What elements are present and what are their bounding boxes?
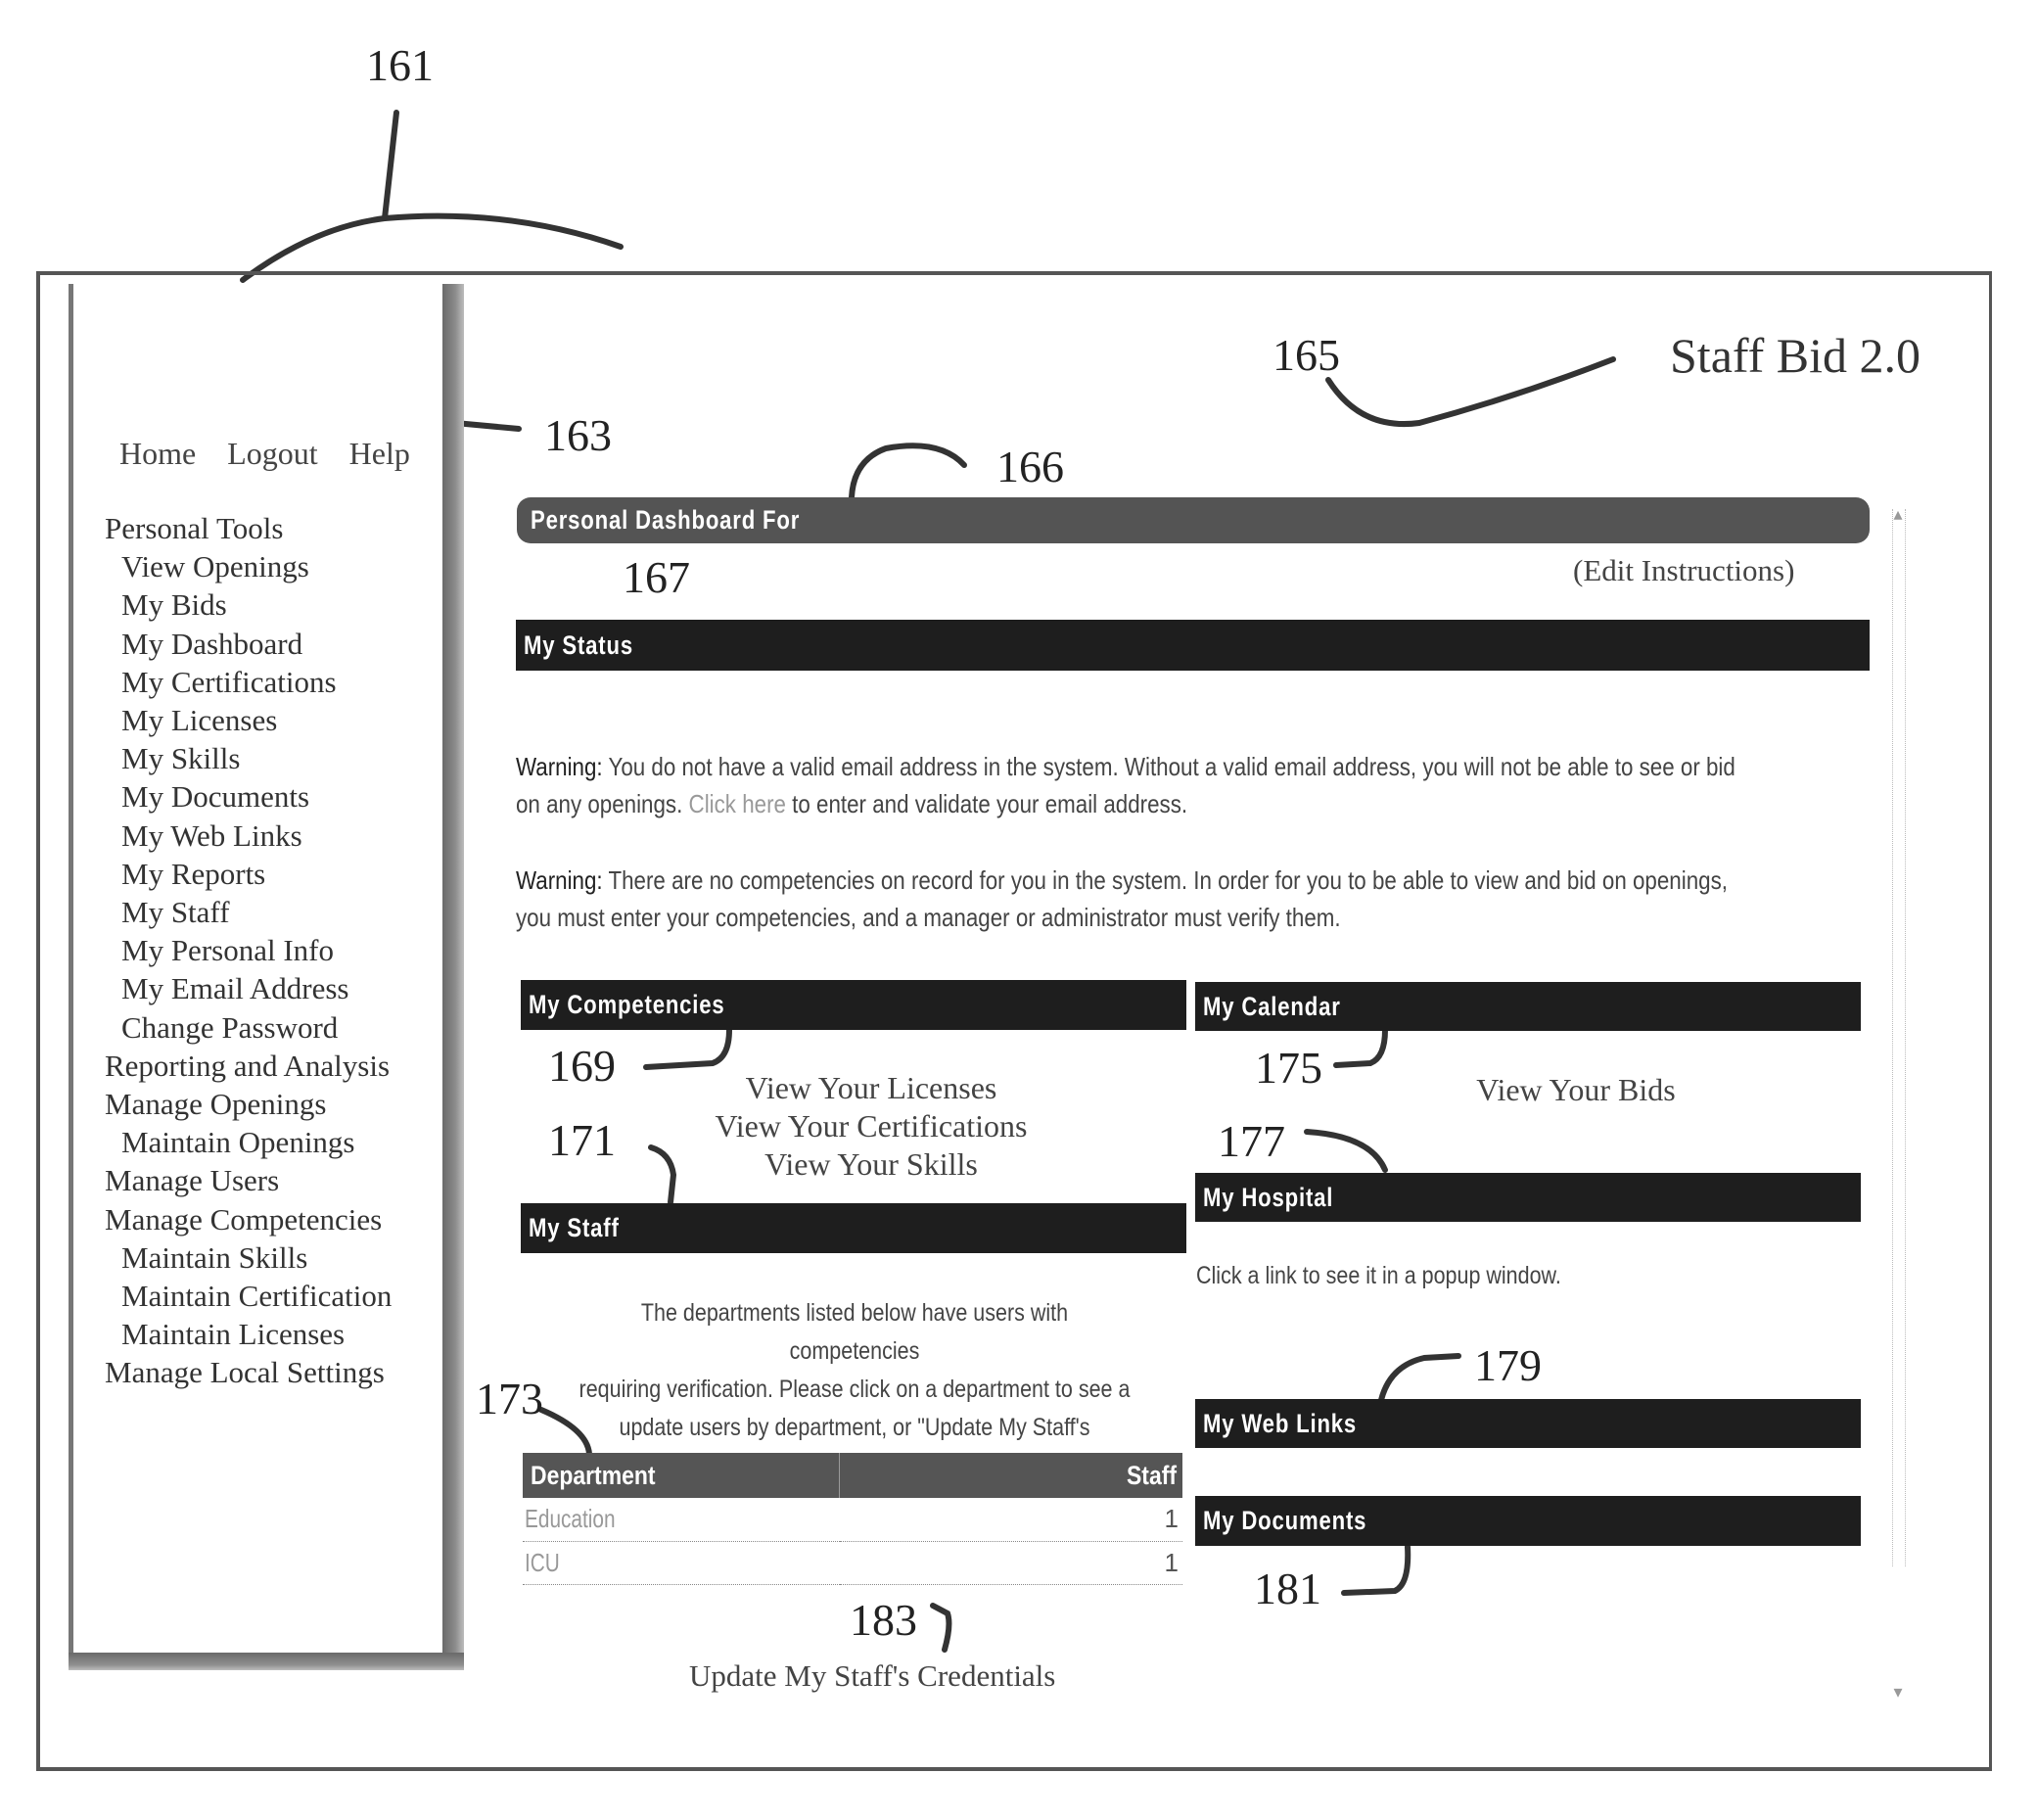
staff-description-line: update users by department, or "Update M… — [619, 1414, 1090, 1441]
update-staff-credentials-link[interactable]: Update My Staff's Credentials — [689, 1658, 1055, 1694]
sidebar-item-my-bids[interactable]: My Bids — [105, 585, 392, 624]
staff-count-cell: 1 — [1164, 1504, 1179, 1534]
warning-label: Warning: — [516, 752, 603, 781]
sidebar-item-my-personal-info[interactable]: My Personal Info — [105, 931, 392, 969]
column-header-department[interactable]: Department — [523, 1453, 841, 1498]
view-licenses-link[interactable]: View Your Licenses — [646, 1069, 1096, 1107]
sidebar-item-manage-openings[interactable]: Manage Openings — [105, 1085, 392, 1123]
annotation-161: 161 — [366, 40, 434, 90]
sidebar-item-my-dashboard[interactable]: My Dashboard — [105, 625, 392, 663]
my-calendar-header: My Calendar — [1195, 982, 1861, 1031]
sidebar-item-my-staff[interactable]: My Staff — [105, 893, 392, 931]
warning-label: Warning: — [516, 865, 603, 895]
click-here-link[interactable]: Click here — [689, 789, 786, 818]
sidebar-item-my-certifications[interactable]: My Certifications — [105, 663, 392, 701]
department-cell[interactable]: ICU — [523, 1541, 840, 1584]
my-web-links-title: My Web Links — [1203, 1408, 1358, 1438]
warning-competencies-text-2: you must enter your competencies, and a … — [516, 903, 1341, 932]
scroll-up-arrow-icon[interactable]: ▴ — [1891, 504, 1905, 526]
warning-email-text-3: to enter and validate your email address… — [785, 789, 1188, 818]
competency-links: View Your Licenses View Your Certificati… — [646, 1069, 1096, 1184]
sidebar-item-my-web-links[interactable]: My Web Links — [105, 817, 392, 855]
dashboard-title-bar: Personal Dashboard For — [517, 497, 1870, 543]
edit-instructions-link[interactable]: (Edit Instructions) — [1573, 553, 1794, 588]
my-documents-title: My Documents — [1203, 1506, 1367, 1535]
sidebar-item-my-licenses[interactable]: My Licenses — [105, 701, 392, 739]
sidebar-item-maintain-certification[interactable]: Maintain Certification — [105, 1277, 392, 1315]
vertical-scrollbar[interactable] — [1892, 509, 1906, 1566]
staff-description-line: The departments listed below have users … — [640, 1299, 1069, 1365]
sidebar-shadow — [442, 284, 464, 1669]
top-nav: Home Logout Help — [119, 436, 424, 472]
sidebar-item-manage-competencies[interactable]: Manage Competencies — [105, 1200, 392, 1238]
view-skills-link[interactable]: View Your Skills — [646, 1145, 1096, 1184]
sidebar-item-manage-local-settings[interactable]: Manage Local Settings — [105, 1353, 392, 1391]
my-calendar-title: My Calendar — [1203, 991, 1341, 1021]
warning-competencies-text: There are no competencies on record for … — [602, 865, 1728, 895]
sidebar-item-change-password[interactable]: Change Password — [105, 1008, 392, 1047]
sidebar-item-view-openings[interactable]: View Openings — [105, 547, 392, 585]
table-row[interactable]: ICU 1 — [523, 1541, 1182, 1584]
leader-161-stem — [382, 110, 399, 221]
nav-logout-link[interactable]: Logout — [227, 436, 317, 471]
warning-email-text: You do not have a valid email address in… — [602, 752, 1735, 781]
staff-description-line: requiring verification. Please click on … — [578, 1376, 1131, 1403]
warning-competencies: Warning: There are no competencies on re… — [516, 862, 1728, 936]
sidebar-item-maintain-skills[interactable]: Maintain Skills — [105, 1238, 392, 1277]
hospital-instructions: Click a link to see it in a popup window… — [1196, 1262, 1561, 1289]
my-status-header: My Status — [516, 620, 1870, 671]
nav-help-link[interactable]: Help — [349, 436, 410, 471]
department-cell[interactable]: Education — [523, 1498, 840, 1541]
column-header-staff[interactable]: Staff — [840, 1453, 1182, 1498]
scroll-down-arrow-icon[interactable]: ▾ — [1891, 1682, 1905, 1703]
sidebar-item-manage-users[interactable]: Manage Users — [105, 1161, 392, 1199]
sidebar-item-reporting-and-analysis[interactable]: Reporting and Analysis — [105, 1047, 392, 1085]
my-competencies-header: My Competencies — [521, 980, 1186, 1030]
view-certifications-link[interactable]: View Your Certifications — [646, 1107, 1096, 1145]
my-staff-title: My Staff — [529, 1213, 620, 1242]
nav-home-link[interactable]: Home — [119, 436, 196, 471]
sidebar-item-my-documents[interactable]: My Documents — [105, 777, 392, 816]
sidebar-item-maintain-licenses[interactable]: Maintain Licenses — [105, 1315, 392, 1353]
staff-count-cell: 1 — [1164, 1547, 1179, 1577]
my-hospital-title: My Hospital — [1203, 1182, 1334, 1212]
view-bids-link[interactable]: View Your Bids — [1370, 1071, 1782, 1109]
sidebar-item-my-skills[interactable]: My Skills — [105, 739, 392, 777]
sidebar-item-my-email-address[interactable]: My Email Address — [105, 969, 392, 1007]
my-web-links-header: My Web Links — [1195, 1399, 1861, 1448]
warning-email: Warning: You do not have a valid email a… — [516, 748, 1735, 822]
calendar-links: View Your Bids — [1370, 1071, 1782, 1109]
my-status-title: My Status — [524, 630, 633, 660]
department-table-wrap: Department Staff Education 1 ICU 1 — [523, 1453, 1182, 1585]
sidebar-item-personal-tools[interactable]: Personal Tools — [105, 509, 392, 547]
my-competencies-title: My Competencies — [529, 990, 725, 1019]
warning-email-text-2: on any openings. — [516, 789, 689, 818]
table-row[interactable]: Education 1 — [523, 1498, 1182, 1541]
dashboard-title: Personal Dashboard For — [531, 505, 801, 535]
my-hospital-header: My Hospital — [1195, 1173, 1861, 1222]
department-table-header: Department Staff — [523, 1453, 1182, 1498]
my-documents-header: My Documents — [1195, 1496, 1861, 1546]
sidebar-item-my-reports[interactable]: My Reports — [105, 855, 392, 893]
sidebar-menu: Personal Tools View Openings My Bids My Das… — [105, 509, 392, 1392]
app-title: Staff Bid 2.0 — [1670, 328, 1921, 383]
department-table: Department Staff Education 1 ICU 1 — [523, 1453, 1182, 1585]
sidebar-shadow-bottom — [69, 1653, 464, 1670]
my-staff-header: My Staff — [521, 1203, 1186, 1253]
sidebar-item-maintain-openings[interactable]: Maintain Openings — [105, 1123, 392, 1161]
